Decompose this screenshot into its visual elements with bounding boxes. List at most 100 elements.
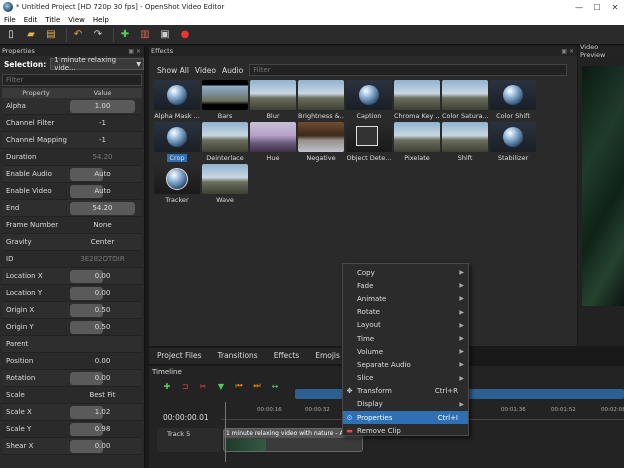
- add-marker-icon[interactable]: ▼: [215, 382, 227, 391]
- track-header[interactable]: Track 5: [157, 428, 221, 452]
- property-value[interactable]: Auto: [70, 184, 135, 198]
- menu-item-animate[interactable]: Animate ▶: [343, 292, 468, 305]
- menu-item-separate-audio[interactable]: Separate Audio ▶: [343, 358, 468, 371]
- property-row[interactable]: Scale Best Fit: [2, 387, 142, 404]
- menu-item-transform[interactable]: ✥ Transform Ctrl+R: [343, 385, 468, 398]
- menu-item-time[interactable]: Time ▶: [343, 332, 468, 345]
- maximize-icon[interactable]: ☐: [588, 3, 606, 12]
- menu-title[interactable]: Title: [41, 16, 64, 24]
- redo-icon[interactable]: ↷: [91, 28, 105, 42]
- property-row[interactable]: Duration 54.20: [2, 149, 142, 166]
- previous-marker-icon[interactable]: ⏮: [233, 381, 245, 391]
- effect-item[interactable]: Deinterlace: [202, 122, 248, 162]
- choose-profile-icon[interactable]: ▥: [138, 28, 152, 42]
- open-project-icon[interactable]: ▰: [24, 28, 38, 42]
- minimize-icon[interactable]: —: [570, 3, 588, 12]
- property-row[interactable]: Channel Filter -1: [2, 115, 142, 132]
- property-value[interactable]: Auto: [70, 167, 135, 181]
- menu-item-copy[interactable]: Copy ▶: [343, 266, 468, 279]
- property-value[interactable]: Best Fit: [70, 389, 135, 402]
- property-row[interactable]: Alpha 1.00: [2, 98, 142, 115]
- property-value[interactable]: -1: [70, 117, 135, 130]
- menu-item-rotate[interactable]: Rotate ▶: [343, 306, 468, 319]
- property-row[interactable]: Location X 0.00: [2, 268, 142, 285]
- properties-filter-input[interactable]: Filter: [2, 74, 142, 86]
- property-row[interactable]: Origin Y 0.50: [2, 319, 142, 336]
- property-value[interactable]: 0.00: [70, 286, 135, 300]
- property-row[interactable]: Gravity Center: [2, 234, 142, 251]
- effect-item[interactable]: Caption: [346, 80, 392, 120]
- property-value[interactable]: 1.02: [70, 405, 135, 419]
- close-icon[interactable]: ✕: [606, 3, 624, 12]
- property-row[interactable]: Shear X 0.00: [2, 438, 142, 455]
- effect-item[interactable]: Stabilizer: [490, 122, 536, 162]
- property-row[interactable]: Scale Y 0.98: [2, 421, 142, 438]
- property-row[interactable]: Channel Mapping -1: [2, 132, 142, 149]
- menu-item-slice[interactable]: Slice ▶: [343, 372, 468, 385]
- menu-item-display[interactable]: Display ▶: [343, 398, 468, 411]
- property-row[interactable]: Position 0.00: [2, 353, 142, 370]
- tab-video[interactable]: Video: [195, 66, 216, 75]
- property-row[interactable]: Enable Audio Auto: [2, 166, 142, 183]
- effect-item[interactable]: Color Satura...: [442, 80, 488, 120]
- property-row[interactable]: Scale X 1.02: [2, 404, 142, 421]
- property-value[interactable]: None: [70, 219, 135, 232]
- snapping-icon[interactable]: ⊐: [179, 382, 191, 391]
- effect-item[interactable]: Blur: [250, 80, 296, 120]
- menu-view[interactable]: View: [64, 16, 89, 24]
- menu-item-remove-clip[interactable]: ▬ Remove Clip: [343, 424, 468, 437]
- property-row[interactable]: Frame Number None: [2, 217, 142, 234]
- property-value[interactable]: 0.00: [70, 355, 135, 368]
- property-row[interactable]: Enable Video Auto: [2, 183, 142, 200]
- effect-item[interactable]: Crop: [154, 122, 200, 162]
- menu-item-volume[interactable]: Volume ▶: [343, 345, 468, 358]
- property-value[interactable]: -1: [70, 134, 135, 147]
- effect-item[interactable]: Alpha Mask ...: [154, 80, 200, 120]
- menu-help[interactable]: Help: [89, 16, 113, 24]
- import-files-icon[interactable]: ✚: [118, 28, 132, 42]
- center-timeline-icon[interactable]: ↔: [269, 382, 281, 391]
- property-value[interactable]: 54.20: [70, 201, 135, 215]
- menu-item-layout[interactable]: Layout ▶: [343, 319, 468, 332]
- property-row[interactable]: End 54.20: [2, 200, 142, 217]
- panel-float-close-icon[interactable]: ▣ ✕: [128, 48, 144, 55]
- new-project-icon[interactable]: ▯: [4, 28, 18, 42]
- property-value[interactable]: 1.00: [70, 99, 135, 113]
- property-value[interactable]: 0.00: [70, 371, 135, 385]
- property-row[interactable]: ID 3E282OTOIR: [2, 251, 142, 268]
- property-row[interactable]: Parent: [2, 336, 142, 353]
- property-value[interactable]: 0.50: [70, 303, 135, 317]
- effect-item[interactable]: Pixelate: [394, 122, 440, 162]
- next-marker-icon[interactable]: ⏭: [251, 381, 263, 391]
- menu-edit[interactable]: Edit: [20, 16, 42, 24]
- effect-item[interactable]: Bars: [202, 80, 248, 120]
- property-row[interactable]: Origin X 0.50: [2, 302, 142, 319]
- add-track-icon[interactable]: ✚: [161, 382, 173, 391]
- tab-show-all[interactable]: Show All: [157, 66, 189, 75]
- effect-item[interactable]: Wave: [202, 164, 248, 204]
- effect-item[interactable]: Hue: [250, 122, 296, 162]
- tab-transitions[interactable]: Transitions: [210, 348, 266, 364]
- property-value[interactable]: 54.20: [70, 151, 135, 164]
- menu-file[interactable]: File: [0, 16, 20, 24]
- property-value[interactable]: [70, 338, 135, 351]
- property-value[interactable]: 3E282OTOIR: [70, 253, 135, 266]
- video-preview-frame[interactable]: [582, 66, 624, 306]
- tab-project-files[interactable]: Project Files: [149, 348, 210, 364]
- tab-effects[interactable]: Effects: [266, 348, 308, 364]
- effect-item[interactable]: Tracker: [154, 164, 200, 204]
- property-value[interactable]: Center: [70, 236, 135, 249]
- property-row[interactable]: Location Y 0.00: [2, 285, 142, 302]
- property-value[interactable]: 0.50: [70, 320, 135, 334]
- menu-item-properties[interactable]: ⚙ Properties Ctrl+I: [343, 411, 468, 425]
- property-row[interactable]: Rotation 0.00: [2, 370, 142, 387]
- razor-icon[interactable]: ✂: [197, 382, 209, 391]
- effect-item[interactable]: Negative: [298, 122, 344, 162]
- effects-filter-input[interactable]: Filter: [249, 64, 568, 76]
- property-value[interactable]: 0.00: [70, 439, 135, 453]
- export-video-icon[interactable]: ●: [178, 28, 192, 42]
- property-value[interactable]: 0.00: [70, 269, 135, 283]
- fullscreen-icon[interactable]: ▣: [158, 28, 172, 42]
- effect-item[interactable]: Object Dete...: [346, 122, 392, 162]
- panel-float-close-icon[interactable]: ▣ ✕: [561, 48, 577, 55]
